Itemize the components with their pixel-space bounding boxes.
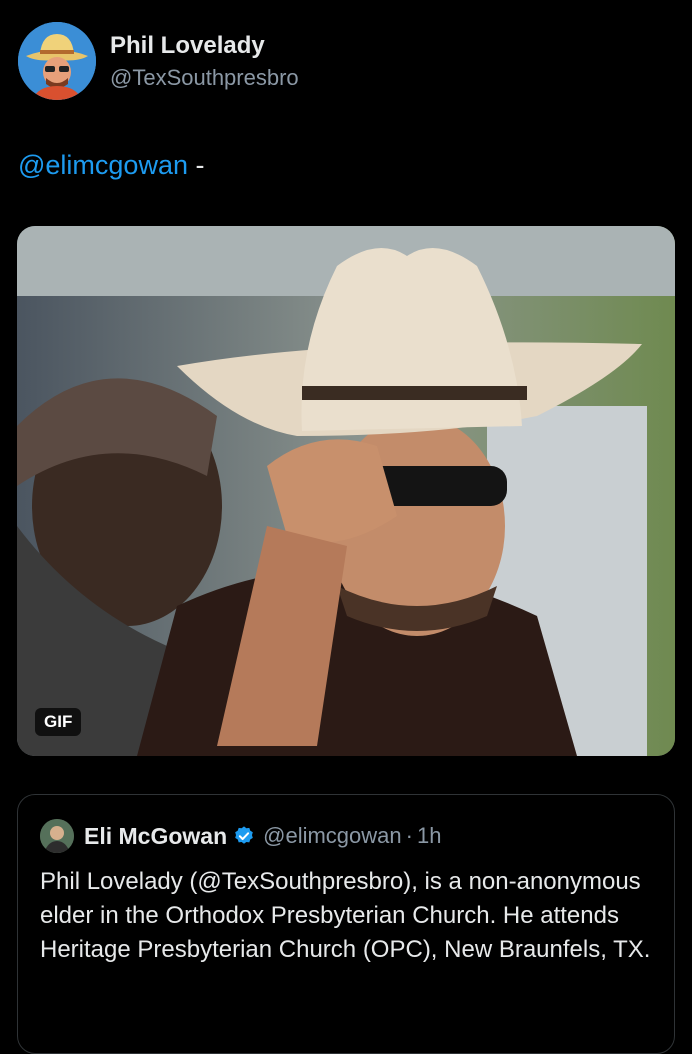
verified-badge-icon: [235, 826, 253, 844]
cowboy-gif-image: [17, 226, 675, 756]
meta-separator: ·: [405, 823, 413, 848]
tweet-header: Phil Lovelady @TexSouthpresbro: [18, 22, 678, 100]
quoted-author-handle[interactable]: @elimcgowan: [263, 823, 402, 849]
mention-link[interactable]: @elimcgowan: [18, 150, 188, 180]
author-handle[interactable]: @TexSouthpresbro: [110, 62, 299, 94]
author-avatar[interactable]: [18, 22, 96, 100]
gif-badge: GIF: [35, 708, 82, 736]
quoted-author-name[interactable]: Eli McGowan: [84, 823, 227, 850]
cowboy-avatar-icon: [18, 22, 96, 100]
quoted-author-avatar[interactable]: [40, 819, 74, 853]
quoted-tweet-time[interactable]: 1h: [417, 823, 441, 849]
person-avatar-icon: [40, 819, 74, 853]
quoted-tweet-text: Phil Lovelady (@TexSouthpresbro), is a n…: [40, 868, 651, 963]
quoted-tweet[interactable]: Eli McGowan @elimcgowan · 1h Phil Lovela…: [17, 794, 675, 1054]
tweet-text-suffix: -: [187, 150, 205, 180]
author-display-name[interactable]: Phil Lovelady: [110, 32, 299, 60]
quoted-tweet-header: Eli McGowan @elimcgowan · 1h: [40, 819, 441, 853]
gif-media[interactable]: GIF: [17, 226, 675, 756]
tweet-text: @elimcgowan -: [18, 148, 204, 182]
